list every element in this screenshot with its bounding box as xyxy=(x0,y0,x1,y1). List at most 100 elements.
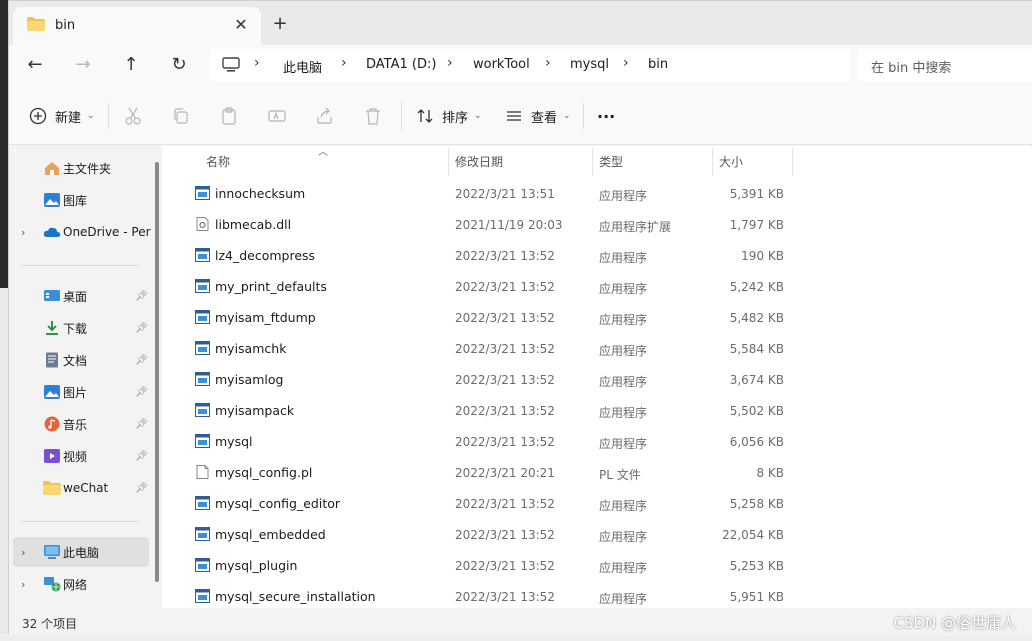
file-row[interactable]: mysql 2022/3/21 13:52 应用程序 6,056 KB xyxy=(162,426,802,457)
file-row[interactable]: mysql_config.pl 2022/3/21 20:21 PL 文件 8 KB xyxy=(162,457,802,488)
file-row[interactable]: lz4_decompress 2022/3/21 13:52 应用程序 190 KB xyxy=(162,240,802,271)
file-row[interactable]: libmecab.dll 2021/11/19 20:03 应用程序扩展 1,797 … xyxy=(162,209,802,240)
file-type: 应用程序 xyxy=(599,344,648,358)
file-row[interactable]: myisamchk 2022/3/21 13:52 应用程序 5,584 KB xyxy=(162,333,802,364)
file-type: 应用程序 xyxy=(599,282,648,296)
sidebar-item-wechat[interactable]: weChat 📌︎ xyxy=(13,473,149,503)
file-name: myisampack xyxy=(215,403,295,418)
sidebar-scrollbar[interactable] xyxy=(155,162,159,582)
column-divider[interactable] xyxy=(712,148,713,176)
sidebar-item-onedrive[interactable]: › OneDrive - Per xyxy=(13,217,151,247)
sidebar-item-label: 网络 xyxy=(63,577,88,592)
new-tab-button[interactable]: + xyxy=(267,13,293,39)
pin-icon[interactable]: 📌︎ xyxy=(135,323,148,334)
column-header-date[interactable]: 修改日期 xyxy=(455,153,503,170)
more-options-button[interactable]: ··· xyxy=(597,103,615,129)
sidebar-item-desktop[interactable]: 桌面 📌︎ xyxy=(13,281,149,311)
column-divider[interactable] xyxy=(792,148,793,176)
file-row[interactable]: myisam_ftdump 2022/3/21 13:52 应用程序 5,482 KB xyxy=(162,302,802,333)
chevron-right-icon[interactable]: › xyxy=(21,578,25,591)
pin-icon[interactable]: 📌︎ xyxy=(135,419,148,430)
sidebar-item-home[interactable]: 主文件夹 xyxy=(13,153,149,183)
column-header-name[interactable]: 名称 xyxy=(206,153,230,170)
breadcrumb-worktool[interactable]: workTool xyxy=(473,57,530,72)
pictures-icon xyxy=(44,385,60,399)
refresh-icon[interactable]: ↻ xyxy=(163,51,195,79)
file-type: 应用程序 xyxy=(599,189,648,203)
address-bar[interactable]: › 此电脑 › DATA1 (D:) › workTool › mysql › … xyxy=(210,49,850,81)
file-row[interactable]: innochecksum 2022/3/21 13:51 应用程序 5,391 KB xyxy=(162,178,802,209)
pin-icon[interactable]: 📌︎ xyxy=(135,451,148,462)
folder-icon xyxy=(43,481,61,495)
file-name: mysql xyxy=(215,434,253,449)
sidebar-item-label: 图片 xyxy=(63,385,88,400)
pin-icon[interactable]: 📌︎ xyxy=(135,483,148,494)
sidebar-item-label: 下载 xyxy=(63,321,88,336)
sort-label: 排序 xyxy=(442,110,469,126)
column-divider[interactable] xyxy=(448,148,449,176)
rename-icon[interactable] xyxy=(266,105,288,127)
file-date: 2022/3/21 13:52 xyxy=(455,497,555,511)
file-row[interactable]: my_print_defaults 2022/3/21 13:52 应用程序 5,24… xyxy=(162,271,802,302)
column-header-type[interactable]: 类型 xyxy=(599,153,623,170)
sidebar-item-label: 此电脑 xyxy=(63,545,100,560)
column-divider[interactable] xyxy=(592,148,593,176)
pin-icon[interactable]: 📌︎ xyxy=(135,387,148,398)
application-icon xyxy=(195,372,210,386)
copy-icon[interactable] xyxy=(170,105,192,127)
file-date: 2021/11/19 20:03 xyxy=(455,218,563,232)
breadcrumb-bin[interactable]: bin xyxy=(648,57,668,72)
file-row[interactable]: mysql_plugin 2022/3/21 13:52 应用程序 5,253 KB xyxy=(162,550,802,581)
view-label: 查看 xyxy=(531,110,558,126)
command-separator xyxy=(108,103,109,129)
home-icon xyxy=(45,162,59,175)
file-date: 2022/3/21 13:52 xyxy=(455,528,555,542)
view-button[interactable]: 查看 ⌄ xyxy=(503,103,571,129)
delete-icon[interactable] xyxy=(362,105,384,127)
file-type: 应用程序 xyxy=(599,530,648,544)
file-name: mysql_embedded xyxy=(215,527,326,542)
file-row[interactable]: mysql_embedded 2022/3/21 13:52 应用程序 22,054 … xyxy=(162,519,802,550)
sidebar-item-downloads[interactable]: 下载 📌︎ xyxy=(13,313,149,343)
new-button[interactable]: 新建 ⌄ xyxy=(27,103,95,129)
gallery-icon xyxy=(44,193,60,207)
file-size: 1,797 KB xyxy=(729,218,784,232)
sidebar-item-videos[interactable]: 视频 📌︎ xyxy=(13,441,149,471)
chevron-down-icon: ⌄ xyxy=(474,111,482,121)
file-row[interactable]: myisampack 2022/3/21 13:52 应用程序 5,502 KB xyxy=(162,395,802,426)
application-icon xyxy=(195,558,210,572)
breadcrumb-mysql[interactable]: mysql xyxy=(570,57,609,72)
file-name: mysql_secure_installation xyxy=(215,589,376,604)
command-separator xyxy=(401,103,402,129)
sort-button[interactable]: 排序 ⌄ xyxy=(414,103,482,129)
sidebar-item-this-pc[interactable]: › 此电脑 xyxy=(13,537,149,567)
forward-arrow-icon[interactable]: → xyxy=(67,51,99,79)
up-arrow-icon[interactable]: ↑ xyxy=(115,51,147,79)
chevron-right-icon[interactable]: › xyxy=(21,226,25,239)
sidebar-item-music[interactable]: 音乐 📌︎ xyxy=(13,409,149,439)
chevron-right-icon[interactable]: › xyxy=(21,546,25,559)
sidebar-item-pictures[interactable]: 图片 📌︎ xyxy=(13,377,149,407)
cut-icon[interactable] xyxy=(122,105,144,127)
tab-bin[interactable]: bin ✕ xyxy=(13,7,261,45)
paste-icon[interactable] xyxy=(218,105,240,127)
tab-strip: bin ✕ + xyxy=(9,1,1032,45)
back-arrow-icon[interactable]: ← xyxy=(19,51,51,79)
search-box[interactable]: 在 bin 中搜索 xyxy=(858,49,1032,81)
sidebar-item-gallery[interactable]: 图库 xyxy=(13,185,149,215)
breadcrumb-this-pc[interactable]: 此电脑 xyxy=(283,57,322,76)
file-date: 2022/3/21 13:52 xyxy=(455,435,555,449)
column-header-size[interactable]: 大小 xyxy=(719,153,743,170)
pin-icon[interactable]: 📌︎ xyxy=(135,291,148,302)
sidebar-item-label: 图库 xyxy=(63,193,88,208)
application-icon xyxy=(195,186,210,200)
share-icon[interactable] xyxy=(314,105,336,127)
sort-icon xyxy=(414,105,436,127)
file-row[interactable]: myisamlog 2022/3/21 13:52 应用程序 3,674 KB xyxy=(162,364,802,395)
file-row[interactable]: mysql_config_editor 2022/3/21 13:52 应用程序 5,… xyxy=(162,488,802,519)
close-tab-icon[interactable]: ✕ xyxy=(229,13,253,37)
sidebar-item-network[interactable]: › 网络 xyxy=(13,569,149,599)
pin-icon[interactable]: 📌︎ xyxy=(135,355,148,366)
sidebar-item-documents[interactable]: 文档 📌︎ xyxy=(13,345,149,375)
breadcrumb-data1[interactable]: DATA1 (D:) xyxy=(366,57,436,72)
